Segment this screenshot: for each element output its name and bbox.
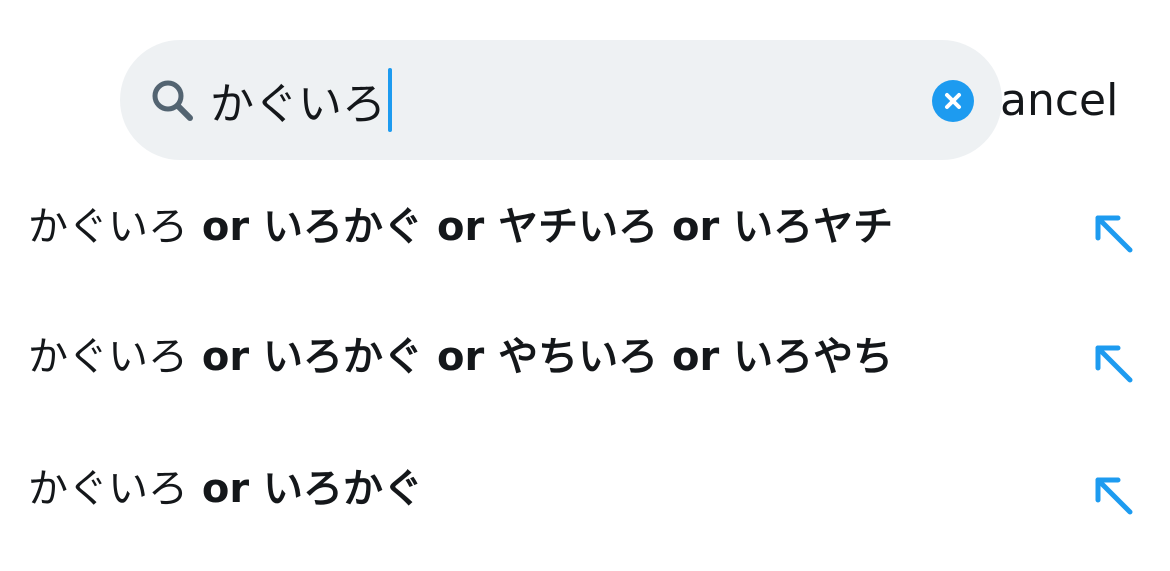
- arrow-up-left-icon[interactable]: [1092, 342, 1134, 384]
- suggestion-text: かぐいろ or いろかぐ or やちいろ or いろやち: [28, 332, 893, 382]
- clear-search-button[interactable]: [932, 80, 974, 122]
- suggestion-typed-part: かぐいろ: [28, 204, 188, 250]
- suggestion-completion-part: or いろかぐ or ヤチいろ or いろヤチ: [188, 204, 894, 250]
- suggestion-item[interactable]: かぐいろ or いろかぐ: [0, 432, 1170, 542]
- suggestion-completion-part: or いろかぐ or やちいろ or いろやち: [188, 334, 894, 380]
- suggestion-text: かぐいろ or いろかぐ or ヤチいろ or いろヤチ: [28, 202, 893, 252]
- search-input[interactable]: かぐいろ: [210, 68, 392, 132]
- suggestion-text: かぐいろ or いろかぐ: [28, 464, 423, 514]
- search-query-text: かぐいろ: [210, 79, 386, 130]
- suggestion-completion-part: or いろかぐ: [188, 466, 424, 512]
- clear-icon: [945, 93, 961, 109]
- search-bar[interactable]: かぐいろ: [120, 40, 1002, 160]
- cancel-button[interactable]: ancel: [1000, 74, 1170, 128]
- arrow-up-left-icon[interactable]: [1092, 474, 1134, 516]
- suggestion-item[interactable]: かぐいろ or いろかぐ or やちいろ or いろやち: [0, 300, 1170, 410]
- search-icon: [150, 78, 194, 122]
- suggestion-typed-part: かぐいろ: [28, 466, 188, 512]
- arrow-up-left-icon[interactable]: [1092, 212, 1134, 254]
- suggestion-typed-part: かぐいろ: [28, 334, 188, 380]
- suggestion-item[interactable]: かぐいろ or いろかぐ or ヤチいろ or いろヤチ: [0, 170, 1170, 280]
- text-caret: [388, 68, 392, 132]
